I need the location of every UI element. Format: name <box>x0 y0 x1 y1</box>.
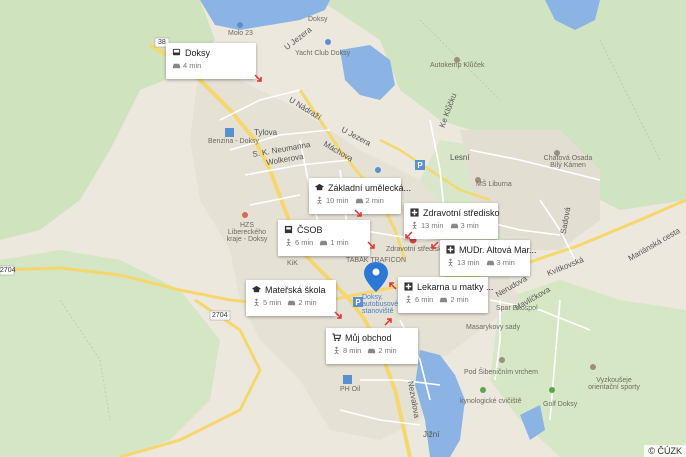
label-street-tylova: Tylova <box>254 128 278 137</box>
drive-time: 3 min <box>496 257 515 267</box>
drive-time: 2 min <box>365 195 384 205</box>
firestation-icon <box>242 212 248 218</box>
arrow-icon <box>384 318 392 326</box>
label-street-jizni: Jižní <box>423 430 440 439</box>
atm-icon <box>284 225 293 234</box>
label-masarykovy: Masarykovy sady <box>466 324 521 331</box>
drive-time: 2 min <box>450 294 469 304</box>
poi-icon <box>590 364 596 370</box>
poi-card-title: Zdravotní středisko <box>423 207 500 218</box>
walk-time: 6 min <box>295 237 314 247</box>
poi-card-obchod[interactable]: Můj obchod 8 min 2 min <box>326 328 418 364</box>
poi-card-materska[interactable]: Mateřská škola 5 min 2 min <box>246 280 336 316</box>
walk-time: 13 min <box>421 220 444 230</box>
boat-icon <box>325 39 331 45</box>
poi-card-lekarna[interactable]: Lekarna u matky ... 6 min 2 min <box>398 277 494 313</box>
arrow-icon <box>389 282 397 290</box>
arrow-icon <box>354 209 362 217</box>
label-ph-oil: PH Oil <box>340 386 361 393</box>
label-autokemp: Autokemp Klůček <box>430 62 485 69</box>
walk-icon <box>315 196 324 205</box>
arrow-icon <box>367 241 375 249</box>
road-shield-2704b: 2704 <box>212 312 228 319</box>
label-yacht: Yacht Club Doksy <box>295 50 351 57</box>
poi-icon <box>499 357 505 363</box>
car-icon <box>367 346 376 355</box>
pharmacy-icon <box>404 282 413 291</box>
poi-card-title: Základní umělecká... <box>328 182 412 193</box>
car-icon <box>355 196 364 205</box>
cart-icon <box>332 333 342 342</box>
drive-time: 2 min <box>378 345 397 355</box>
walk-time: 10 min <box>326 195 349 205</box>
poi-card-title: ČSOB <box>297 224 323 235</box>
drive-time: 3 min <box>460 220 479 230</box>
car-icon <box>439 295 448 304</box>
label-spar: Spar Ekospol <box>496 305 538 312</box>
walk-icon <box>332 346 341 355</box>
car-icon <box>172 61 181 70</box>
label-street-lesni: Lesní <box>450 153 470 162</box>
car-icon <box>287 298 296 307</box>
road-shield-38: 38 <box>158 39 166 46</box>
walk-time: 5 min <box>263 297 282 307</box>
copyright: © ČÚZK <box>644 445 686 457</box>
bus-icon <box>172 48 181 57</box>
poi-card-title: Můj obchod <box>345 332 392 343</box>
arrow-icon <box>431 241 439 249</box>
park-icon <box>480 387 486 393</box>
road-shield-2704: 2704 <box>0 267 16 274</box>
label-ms-liburna: MŠ Liburna <box>476 181 512 188</box>
parking-icon: P <box>415 160 425 170</box>
car-icon <box>486 258 495 267</box>
svg-text:P: P <box>355 298 361 307</box>
drive-time: 1 min <box>330 237 349 247</box>
arrow-icon <box>334 311 342 319</box>
medical-icon <box>410 208 419 217</box>
arrow-icon <box>254 74 262 82</box>
label-benzina: Benzina - Doksy <box>208 138 259 145</box>
label-tabak: TABÁK TRAFICON <box>346 257 407 264</box>
label-doksy-pin: Doksy, autobusové stanoviště <box>362 294 399 315</box>
label-kik: KiK <box>287 260 298 267</box>
label-kynologicke: kynologické cvičiště <box>460 398 522 405</box>
poi-card-zdravotni[interactable]: Zdravotní středisko 13 min 3 min <box>404 203 500 239</box>
marina-icon <box>237 22 243 28</box>
poi-card-title: Mateřská škola <box>265 284 326 295</box>
walk-time: 6 min <box>415 294 434 304</box>
walk-icon <box>446 258 455 267</box>
walk-time: 8 min <box>343 345 362 355</box>
drive-time: 2 min <box>298 297 317 307</box>
poi-card-csob[interactable]: ČSOB 6 min 1 min <box>278 220 370 256</box>
svg-text:P: P <box>417 161 423 170</box>
drive-time: 4 min <box>183 60 202 70</box>
golf-icon <box>549 387 555 393</box>
label-vyzkousej: Vyzkoušeje orientační sporty <box>588 377 640 391</box>
school-icon <box>315 183 324 192</box>
label-chatova: Chatová Osada Bílý Kámen <box>543 155 593 169</box>
car-icon <box>450 221 459 230</box>
poi-card-title: Doksy <box>185 47 211 58</box>
walk-icon <box>284 238 293 247</box>
label-molo: Molo 23 <box>228 30 253 37</box>
arrow-icon <box>405 231 413 239</box>
walk-time: 13 min <box>457 257 480 267</box>
label-pod-sib: Pod Šibeničním vrchem <box>464 369 538 376</box>
poi-card-doksy-bus[interactable]: Doksy 4 min <box>166 43 256 79</box>
label-doksy-top: Doksy <box>308 16 328 23</box>
poi-card-title: MUDr. Altová Mar... <box>459 244 537 255</box>
label-golf: Golf Doksy <box>543 401 578 408</box>
walk-icon <box>252 298 261 307</box>
label-hzs: HZS Libereckého kraje - Doksy <box>226 222 268 243</box>
poi-icon <box>375 167 381 173</box>
medical-icon <box>446 245 455 254</box>
walk-icon <box>404 295 413 304</box>
poi-card-altova[interactable]: MUDr. Altová Mar... 13 min 3 min <box>440 240 537 276</box>
car-icon <box>319 238 328 247</box>
walk-icon <box>410 221 419 230</box>
school-icon <box>252 285 261 294</box>
poi-card-title: Lekarna u matky ... <box>417 281 494 292</box>
